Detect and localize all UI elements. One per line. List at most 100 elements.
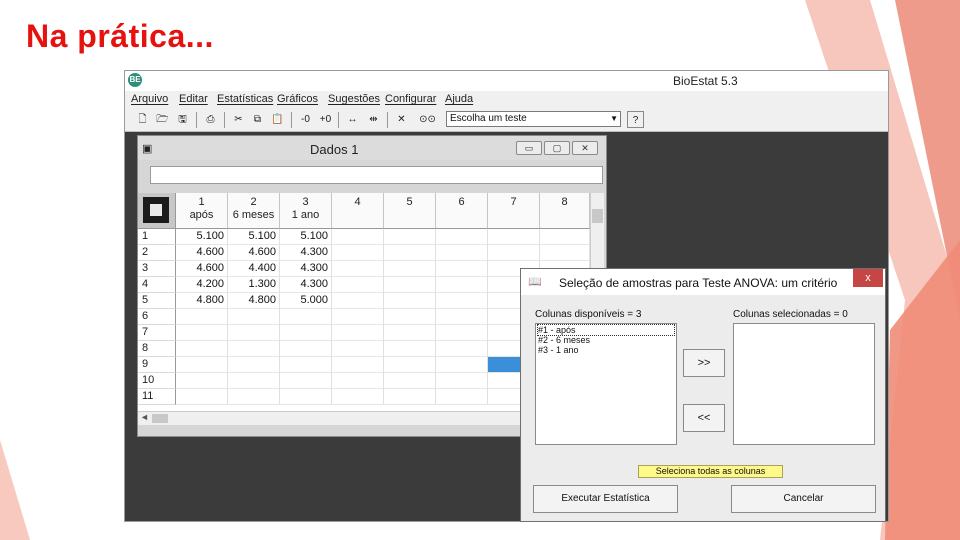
table-cell[interactable]: 4.600 [176, 261, 228, 277]
row-header[interactable]: 9 [138, 357, 176, 373]
menu-arquivo[interactable]: Arquivo [131, 93, 168, 105]
run-statistic-button[interactable]: Executar Estatística [533, 485, 678, 513]
table-cell[interactable] [176, 309, 228, 325]
cut-icon[interactable]: ✂ [230, 111, 247, 128]
table-cell[interactable] [332, 389, 384, 405]
table-cell[interactable] [176, 325, 228, 341]
table-cell[interactable] [436, 309, 488, 325]
table-cell[interactable]: 4.200 [176, 277, 228, 293]
help-icon[interactable]: ? [627, 111, 644, 128]
table-cell[interactable] [384, 389, 436, 405]
table-cell[interactable]: 4.300 [280, 261, 332, 277]
row-header[interactable]: 3 [138, 261, 176, 277]
column-width-increase-icon[interactable]: ↔ [344, 111, 361, 128]
chevron-left-icon[interactable]: ◄ [140, 412, 149, 422]
table-cell[interactable] [436, 373, 488, 389]
table-cell[interactable] [280, 357, 332, 373]
save-icon[interactable]: 🖫 [174, 111, 191, 128]
table-cell[interactable]: 5.000 [280, 293, 332, 309]
table-cell[interactable]: 4.300 [280, 277, 332, 293]
decimal-decrease-button[interactable]: +0 [317, 111, 334, 128]
table-cell[interactable]: 4.800 [228, 293, 280, 309]
table-cell[interactable] [384, 341, 436, 357]
table-cell[interactable]: 5.100 [176, 229, 228, 245]
table-cell[interactable] [228, 341, 280, 357]
table-cell[interactable] [436, 261, 488, 277]
table-cell[interactable] [436, 277, 488, 293]
table-cell[interactable]: 4.600 [176, 245, 228, 261]
row-header[interactable]: 4 [138, 277, 176, 293]
binoculars-icon[interactable]: ⊙⊙ [419, 111, 436, 128]
column-header[interactable]: 2 6 meses [228, 193, 280, 229]
dialog-close-button[interactable]: x [853, 269, 883, 287]
table-cell[interactable] [436, 357, 488, 373]
table-cell[interactable] [436, 325, 488, 341]
table-cell[interactable] [228, 357, 280, 373]
table-cell[interactable] [436, 245, 488, 261]
minimize-button[interactable]: ▭ [516, 141, 542, 155]
table-cell[interactable] [228, 325, 280, 341]
table-cell[interactable] [176, 357, 228, 373]
table-cell[interactable]: 5.100 [228, 229, 280, 245]
select-all-cells-icon[interactable] [138, 193, 176, 229]
table-cell[interactable] [332, 293, 384, 309]
table-cell[interactable] [436, 389, 488, 405]
column-width-decrease-icon[interactable]: ⇹ [365, 111, 382, 128]
table-cell[interactable]: 1.300 [228, 277, 280, 293]
column-header[interactable]: 3 1 ano [280, 193, 332, 229]
table-cell[interactable] [384, 293, 436, 309]
tools-icon[interactable]: ✕ [393, 111, 410, 128]
test-select-dropdown[interactable]: Escolha um teste ▼ [446, 111, 621, 127]
cancel-button[interactable]: Cancelar [731, 485, 876, 513]
table-cell[interactable] [384, 245, 436, 261]
table-cell[interactable] [332, 261, 384, 277]
table-cell[interactable] [228, 309, 280, 325]
table-cell[interactable] [280, 325, 332, 341]
list-item[interactable]: #2 - 6 meses [538, 335, 674, 345]
column-header[interactable]: 7 [488, 193, 540, 229]
table-cell[interactable] [384, 373, 436, 389]
column-header[interactable]: 5 [384, 193, 436, 229]
table-cell[interactable] [436, 341, 488, 357]
table-cell[interactable]: 4.800 [176, 293, 228, 309]
menu-editar[interactable]: Editar [179, 93, 208, 105]
table-cell[interactable] [384, 277, 436, 293]
table-cell[interactable] [540, 245, 590, 261]
menu-graficos[interactable]: Gráficos [277, 93, 318, 105]
table-cell[interactable] [332, 245, 384, 261]
column-header[interactable]: 1 após [176, 193, 228, 229]
row-header[interactable]: 8 [138, 341, 176, 357]
row-header[interactable]: 1 [138, 229, 176, 245]
table-cell[interactable] [332, 341, 384, 357]
close-button[interactable]: ✕ [572, 141, 598, 155]
table-cell[interactable]: 5.100 [280, 229, 332, 245]
table-cell[interactable] [436, 229, 488, 245]
table-cell[interactable] [332, 373, 384, 389]
table-cell[interactable] [384, 309, 436, 325]
print-icon[interactable]: ⎙ [202, 111, 219, 128]
table-cell[interactable]: 4.600 [228, 245, 280, 261]
column-header[interactable]: 4 [332, 193, 384, 229]
select-all-columns-button[interactable]: Seleciona todas as colunas [638, 465, 783, 478]
table-cell[interactable] [176, 389, 228, 405]
table-cell[interactable] [332, 357, 384, 373]
table-cell[interactable] [332, 277, 384, 293]
table-cell[interactable] [280, 341, 332, 357]
row-header[interactable]: 2 [138, 245, 176, 261]
column-header[interactable]: 8 [540, 193, 590, 229]
new-file-icon[interactable]: 🗋 [134, 111, 151, 128]
selected-columns-list[interactable] [733, 323, 875, 445]
open-folder-icon[interactable]: 🗁 [154, 111, 171, 128]
table-cell[interactable] [488, 245, 540, 261]
table-cell[interactable] [540, 229, 590, 245]
row-header[interactable]: 11 [138, 389, 176, 405]
table-cell[interactable] [176, 373, 228, 389]
table-cell[interactable] [384, 229, 436, 245]
table-cell[interactable]: 4.400 [228, 261, 280, 277]
maximize-button[interactable]: ▢ [544, 141, 570, 155]
row-header[interactable]: 6 [138, 309, 176, 325]
table-cell[interactable] [384, 357, 436, 373]
add-column-button[interactable]: >> [683, 349, 725, 377]
table-cell[interactable] [436, 293, 488, 309]
row-header[interactable]: 10 [138, 373, 176, 389]
